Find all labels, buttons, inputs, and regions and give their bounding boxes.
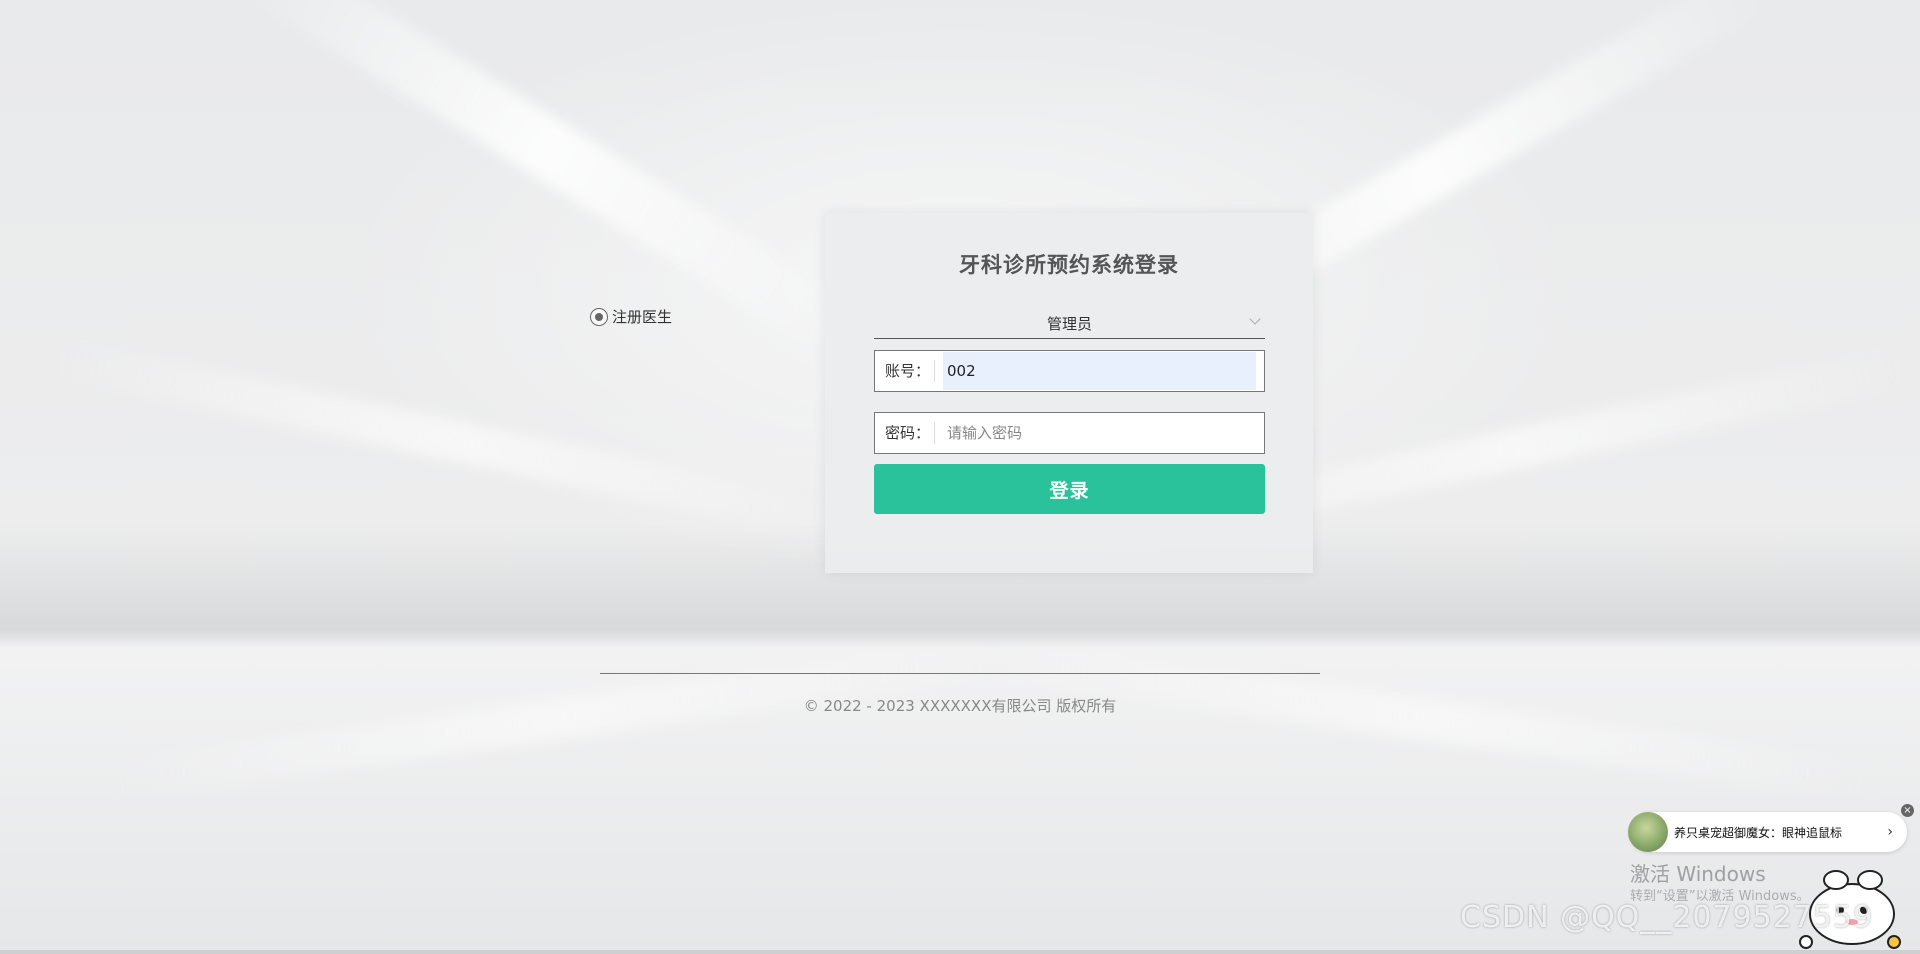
role-select[interactable]: 管理员 [874,308,1265,339]
login-title: 牙科诊所预约系统登录 [959,253,1179,277]
role-select-value: 管理员 [1046,315,1092,333]
background-streak [237,0,863,361]
pet-notification-popup[interactable]: 养只桌宠超御魔女：眼神追鼠标 › [1628,812,1907,852]
activate-windows-title: 激活 Windows [1630,862,1766,886]
login-button[interactable]: 登录 [874,464,1265,514]
register-doctor-radio[interactable]: 注册医生 [590,306,672,327]
close-icon[interactable]: × [1901,804,1914,817]
pet-notification-text: 养只桌宠超御魔女：眼神追鼠标 [1674,825,1843,840]
footer-divider [600,673,1320,674]
chevron-right-icon: › [1887,824,1893,840]
radio-selected-icon [590,307,608,326]
background-streak [44,335,856,545]
pet-avatar [1628,812,1668,852]
login-card: 牙科诊所预约系统登录 管理员 账号： 密码： 登录 [825,213,1313,573]
account-label: 账号： [875,360,935,382]
radio-dot [595,312,603,321]
register-doctor-label: 注册医生 [612,308,673,326]
background-streak [981,637,1879,803]
password-input[interactable] [943,414,1256,452]
password-field: 密码： [874,412,1265,454]
password-label: 密码： [875,422,935,444]
csdn-watermark: CSDN @QQ__2079527559 [1460,900,1874,935]
account-field: 账号： [874,350,1265,392]
account-input[interactable] [943,352,1256,390]
footer-copyright: © 2022 - 2023 XXXXXXX有限公司 版权所有 [803,697,1117,715]
background-streak [101,637,999,803]
window-bottom-border [0,950,1920,954]
